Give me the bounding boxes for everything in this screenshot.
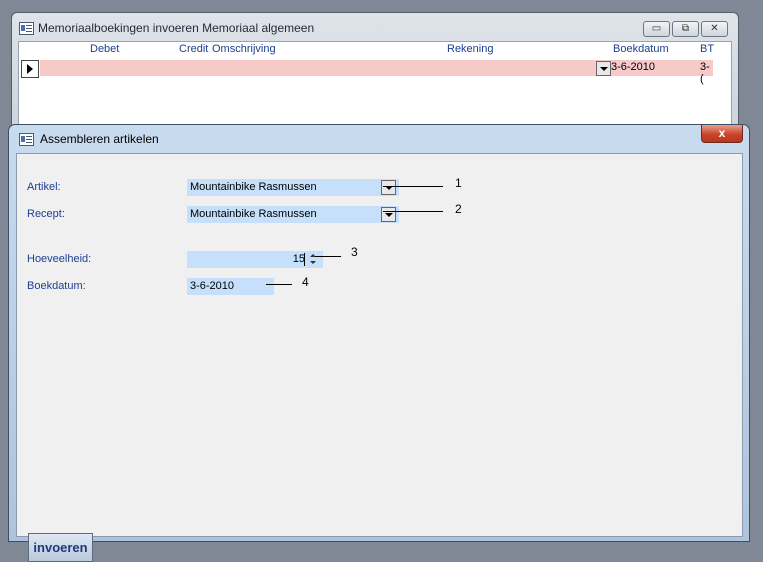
assembleren-dialog: Assembleren artikelen x Artikel: Mountai… (8, 124, 750, 562)
hoeveelheid-input[interactable]: 15 (187, 251, 323, 268)
artikel-value: Mountainbike Rasmussen (190, 181, 317, 193)
callout-line-4 (266, 284, 292, 285)
callout-line-2 (383, 211, 443, 212)
hoeveelheid-label: Hoeveelheid: (27, 253, 92, 265)
column-header-bt[interactable]: BT (700, 43, 714, 55)
column-header-boekdatum[interactable]: Boekdatum (613, 43, 669, 55)
callout-number-4: 4 (302, 275, 309, 289)
boekdatum-value: 3-6-2010 (190, 280, 235, 292)
callout-line-3 (315, 256, 341, 257)
background-window-title: Memoriaalboekingen invoeren Memoriaal al… (38, 21, 315, 35)
boekdatum-input[interactable]: 3-6-2010 (187, 278, 274, 295)
text-cursor (304, 253, 305, 266)
column-header-omschrijving[interactable]: Omschrijving (212, 43, 276, 55)
form-icon (19, 133, 34, 146)
row-boekdatum[interactable]: 3-6-2010 (611, 61, 655, 73)
row-bt[interactable]: 3-( (700, 61, 713, 85)
column-header-credit[interactable]: Credit (179, 43, 208, 55)
table-row[interactable]: 3-6-2010 3-( (40, 60, 713, 85)
artikel-combobox[interactable]: Mountainbike Rasmussen (187, 179, 399, 196)
dropdown-arrow-icon[interactable] (381, 207, 396, 222)
dropdown-arrow-icon[interactable] (381, 180, 396, 195)
invoeren-button[interactable]: invoeren (28, 533, 93, 562)
restore-button[interactable]: ⧉ (672, 21, 699, 37)
column-header-debet[interactable]: Debet (90, 43, 119, 55)
artikel-label: Artikel: (27, 181, 61, 193)
callout-number-3: 3 (351, 245, 358, 259)
dialog-client: Artikel: Mountainbike Rasmussen 1 Recept… (16, 153, 743, 562)
callout-line-1 (383, 186, 443, 187)
minimize-button[interactable]: ▭ (643, 21, 670, 37)
boekdatum-label: Boekdatum: (27, 280, 86, 292)
dialog-title: Assembleren artikelen (40, 132, 159, 146)
background-close-button[interactable]: ✕ (701, 21, 728, 37)
close-icon[interactable]: x (701, 125, 743, 143)
recept-value: Mountainbike Rasmussen (190, 208, 317, 220)
dropdown-arrow-icon[interactable] (596, 61, 611, 76)
record-selector-icon[interactable] (21, 60, 39, 78)
form-icon (19, 22, 34, 35)
column-header-rekening[interactable]: Rekening (447, 43, 493, 55)
recept-combobox[interactable]: Mountainbike Rasmussen (187, 206, 399, 223)
callout-number-1: 1 (455, 176, 462, 190)
spinner-icon[interactable] (308, 251, 319, 268)
callout-number-2: 2 (455, 202, 462, 216)
recept-label: Recept: (27, 208, 65, 220)
